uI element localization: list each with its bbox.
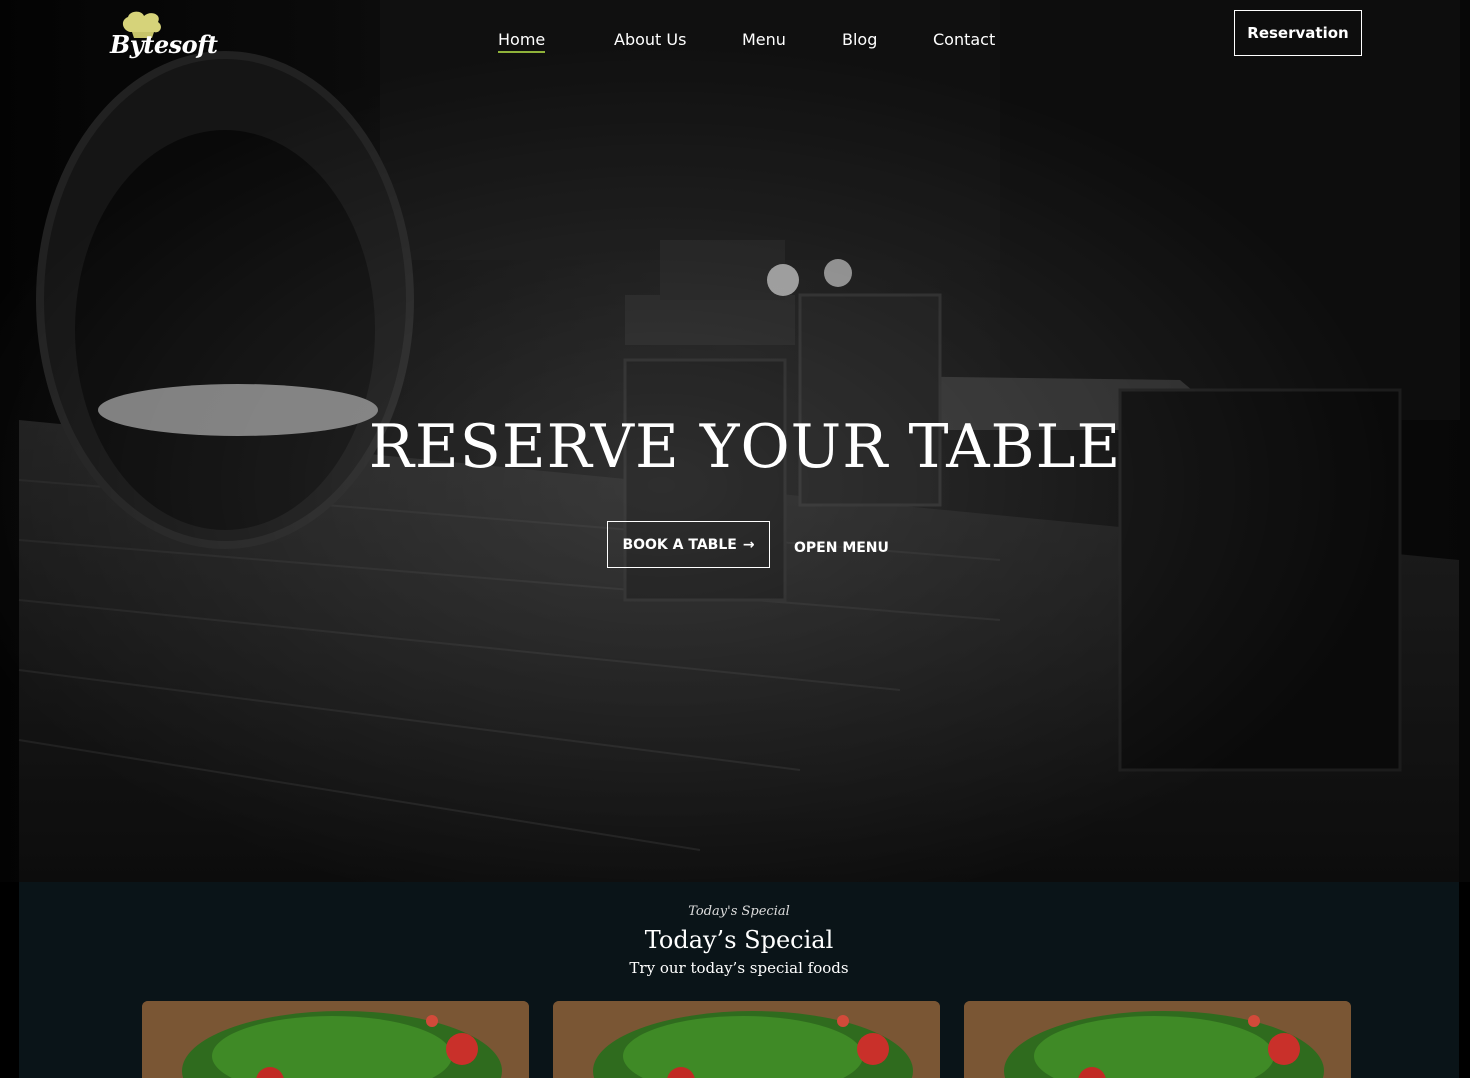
arrow-right-icon: → xyxy=(742,536,755,553)
nav-item-contact[interactable]: Contact xyxy=(933,30,995,49)
section-subtitle: Try our today’s special foods xyxy=(629,959,849,977)
nav-item-blog[interactable]: Blog xyxy=(842,30,877,49)
salad-food-image xyxy=(142,1001,529,1078)
nav-item-about-us[interactable]: About Us xyxy=(614,30,686,49)
special-food-card[interactable] xyxy=(964,1001,1351,1078)
special-food-card[interactable] xyxy=(553,1001,940,1078)
logo-text: Bytesoft xyxy=(110,30,218,59)
brand-logo[interactable]: Bytesoft xyxy=(108,8,218,66)
nav-item-menu[interactable]: Menu xyxy=(742,30,786,49)
reservation-button[interactable]: Reservation xyxy=(1234,10,1362,56)
section-title: Today’s Special xyxy=(644,926,834,954)
salad-food-image xyxy=(964,1001,1351,1078)
nav-item-home[interactable]: Home xyxy=(498,30,546,53)
salad-food-image xyxy=(553,1001,940,1078)
book-a-table-label: BOOK A TABLE xyxy=(622,536,737,553)
special-food-card[interactable] xyxy=(142,1001,529,1078)
book-a-table-button[interactable]: BOOK A TABLE → xyxy=(607,521,770,568)
section-script-label: Today's Special xyxy=(688,904,790,919)
hero-section: Bytesoft Home About Us Menu Blog Contact… xyxy=(0,0,1470,882)
page: Bytesoft Home About Us Menu Blog Contact… xyxy=(0,0,1470,1078)
open-menu-link[interactable]: OPEN MENU xyxy=(794,540,889,556)
hero-title: RESERVE YOUR TABLE xyxy=(368,412,1122,482)
